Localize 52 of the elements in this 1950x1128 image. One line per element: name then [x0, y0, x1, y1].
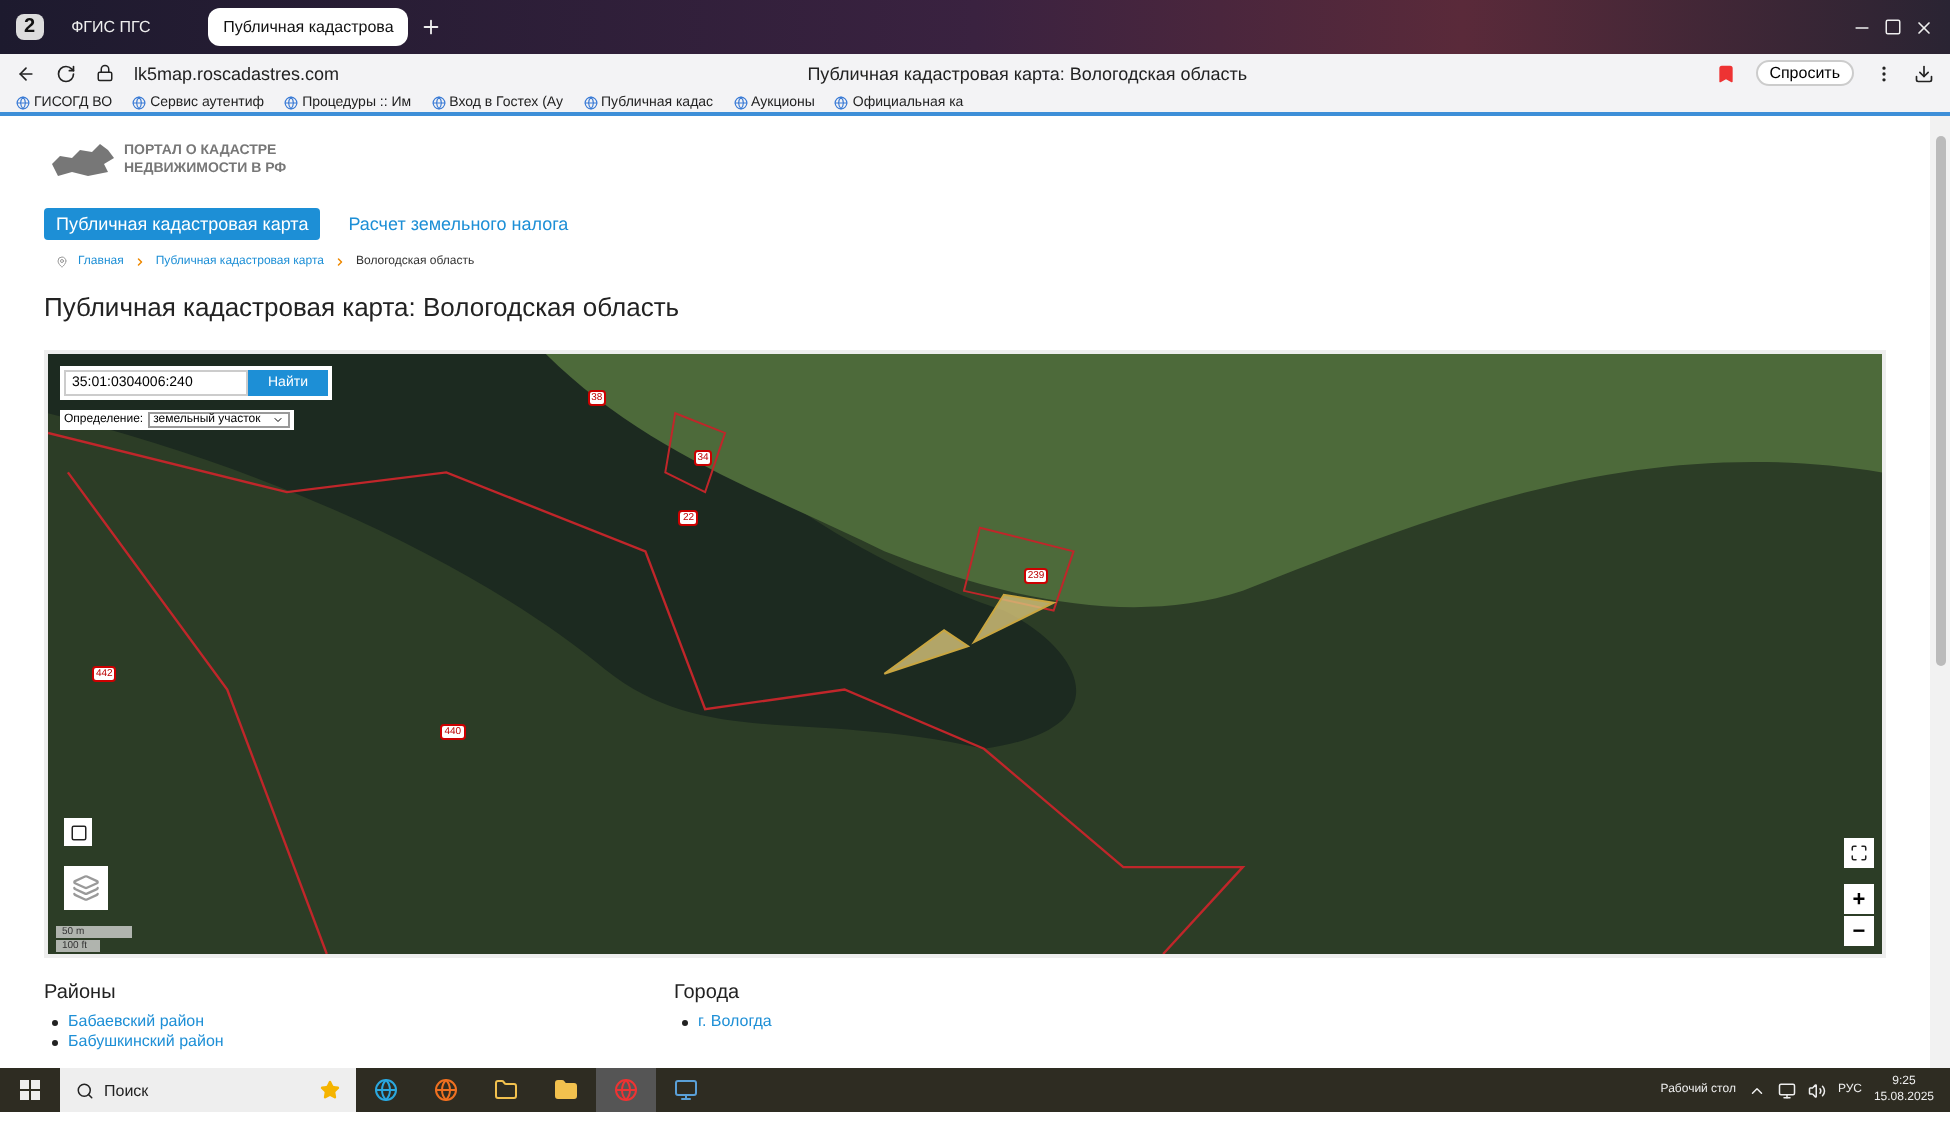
square-icon — [69, 823, 87, 841]
browser-tab[interactable]: Публичная кадастрова — [207, 8, 408, 46]
bullet-icon — [52, 1039, 58, 1045]
globe-icon — [16, 95, 30, 109]
volume-icon[interactable] — [1807, 1081, 1826, 1099]
region-link[interactable]: г. Вологда — [698, 1012, 772, 1032]
close-icon[interactable] — [1914, 17, 1934, 37]
address-text[interactable]: lk5map.roscadastres.com — [134, 63, 340, 83]
globe-icon — [834, 95, 849, 109]
square-button[interactable] — [64, 818, 92, 846]
new-tab-icon[interactable] — [419, 16, 442, 38]
reload-icon[interactable] — [56, 63, 76, 83]
taskbar-search-field[interactable]: Поиск — [60, 1068, 356, 1112]
dropdown-caret-icon — [272, 414, 285, 426]
globe-icon — [284, 95, 299, 109]
region-link[interactable]: Бабушкинский район — [68, 1032, 224, 1052]
download-icon[interactable] — [1914, 63, 1934, 83]
parcel-outline — [664, 411, 727, 494]
globe-icon — [431, 95, 446, 109]
nav-tab[interactable]: Расчет земельного налога — [336, 208, 581, 240]
pin-icon — [56, 256, 68, 268]
zoom-in-button[interactable]: + — [1844, 884, 1874, 914]
globe-icon — [583, 95, 598, 109]
section-title: Районы — [44, 982, 118, 1004]
section-title: Города — [674, 982, 742, 1004]
back-icon[interactable] — [16, 63, 36, 83]
fullscreen-button[interactable] — [1844, 838, 1874, 868]
chevron-icon — [133, 256, 146, 268]
maximize-icon[interactable] — [1884, 18, 1902, 36]
page-title: Публичная кадастровая карта: Вологодская область — [805, 63, 1250, 83]
search-icon — [76, 1081, 94, 1099]
highlighted-parcel — [971, 593, 1057, 645]
ask-button[interactable]: Спросить — [1755, 60, 1854, 86]
search-placeholder: Поиск — [104, 1081, 149, 1099]
globe-icon — [733, 95, 748, 109]
highlighted-parcel — [883, 629, 971, 675]
region-link[interactable]: Бабаевский район — [68, 1012, 205, 1032]
bullet-icon — [52, 1019, 58, 1025]
zoom-out-button[interactable]: − — [1844, 916, 1874, 946]
globe-icon — [132, 95, 147, 109]
layers-button[interactable] — [64, 866, 108, 910]
browser-tab[interactable]: ФГИС ПГС — [55, 8, 196, 46]
bookmark-icon[interactable] — [1715, 63, 1736, 83]
fullscreen-icon — [1850, 844, 1868, 862]
bullet-icon — [682, 1019, 688, 1025]
page-heading: Публичная кадастровая карта: Вологодская область — [44, 292, 682, 322]
tab-count-badge[interactable]: 2 — [16, 14, 44, 40]
chevron-icon — [333, 256, 346, 268]
lock-icon — [96, 64, 114, 82]
scrollbar-thumb[interactable] — [1935, 136, 1945, 666]
layers-icon — [72, 874, 100, 902]
nav-tab[interactable]: Публичная кадастровая карта — [44, 208, 321, 240]
